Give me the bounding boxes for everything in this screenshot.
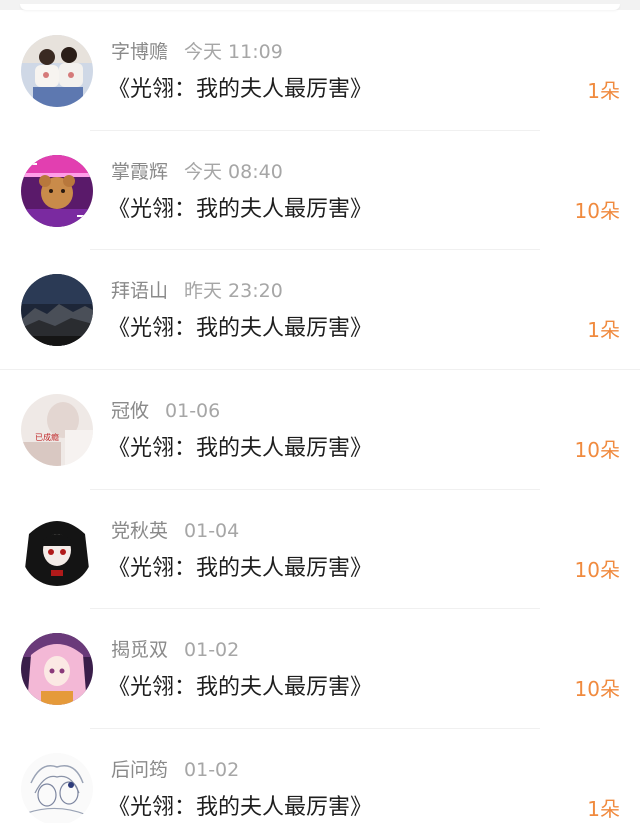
book-title[interactable]: 《光翎：我的夫人最厉害》 [108,195,372,225]
user-name[interactable]: 党秋英 [111,520,168,542]
timestamp: 01-02 [184,759,240,782]
comment-meta: 字博赡 今天 11:09 [111,40,283,64]
comment-meta: 后问筠 01-02 [111,758,239,782]
comment-meta: 冠攸 01-06 [111,399,220,423]
comment-meta: 掌霞辉 今天 08:40 [111,160,283,184]
timestamp: 01-04 [184,519,240,542]
list-item[interactable]: 字博赡 今天 11:09 《光翎：我的夫人最厉害》 1朵 [0,11,640,131]
list-item[interactable]: 拜语山 昨天 23:20 《光翎：我的夫人最厉害》 1朵 [0,250,640,371]
avatar[interactable] [21,274,93,347]
list-item[interactable]: 后问筠 01-02 《光翎：我的夫人最厉害》 1朵 [0,729,640,823]
comment-meta: 揭觅双 01-02 [111,638,239,662]
avatar[interactable] [21,154,93,227]
list-item[interactable]: 党秋英 01-04 《光翎：我的夫人最厉害》 10朵 [0,490,640,610]
avatar[interactable]: 已成瘾 [21,394,93,467]
avatar-night-mountain [21,274,93,347]
timestamp: 01-02 [184,639,240,662]
card-edge [20,4,620,10]
avatar[interactable] [21,35,93,107]
avatar-caption: 已成瘾 [35,432,59,442]
timestamp: 今天 08:40 [184,160,283,183]
avatar-pale-girl: 已成瘾 [21,394,93,467]
gift-list: 字博赡 今天 11:09 《光翎：我的夫人最厉害》 1朵 掌霞辉 今天 08:4… [0,11,640,823]
flower-count: 10朵 [574,557,620,582]
avatar-pink-anime [21,633,93,706]
avatar-neon-bear [21,154,93,227]
flower-count: 1朵 [587,79,620,103]
book-title[interactable]: 《光翎：我的夫人最厉害》 [108,434,372,464]
avatar[interactable] [21,633,93,706]
timestamp: 01-06 [165,400,221,423]
list-item[interactable]: 揭觅双 01-02 《光翎：我的夫人最厉害》 10朵 [0,609,640,730]
book-title[interactable]: 《光翎：我的夫人最厉害》 [108,554,372,584]
comment-list-page: 字博赡 今天 11:09 《光翎：我的夫人最厉害》 1朵 掌霞辉 今天 08:4… [0,0,640,823]
flower-count: 10朵 [574,677,620,702]
book-title[interactable]: 《光翎：我的夫人最厉害》 [108,75,372,105]
user-name[interactable]: 后问筠 [111,759,168,781]
flower-count: 1朵 [587,797,620,822]
user-name[interactable]: 拜语山 [111,280,168,302]
book-title[interactable]: 《光翎：我的夫人最厉害》 [108,793,372,823]
flower-count: 10朵 [574,438,620,463]
timestamp: 今天 11:09 [184,41,283,63]
comment-meta: 党秋英 01-04 [111,519,239,543]
top-card-edge [0,0,640,10]
avatar-couple-photo [21,35,93,107]
book-title[interactable]: 《光翎：我的夫人最厉害》 [108,314,372,344]
comment-meta: 拜语山 昨天 23:20 [111,279,283,303]
user-name[interactable]: 揭觅双 [111,639,168,661]
avatar-gothic-anime [21,513,93,586]
book-title[interactable]: 《光翎：我的夫人最厉害》 [108,673,372,703]
flower-count: 1朵 [587,318,620,343]
avatar-sketch-anime [21,753,93,823]
user-name[interactable]: 字博赡 [111,41,168,63]
user-name[interactable]: 掌霞辉 [111,161,168,183]
list-item[interactable]: 掌霞辉 今天 08:40 《光翎：我的夫人最厉害》 10朵 [0,131,640,251]
flower-count: 10朵 [574,198,620,223]
avatar[interactable] [21,513,93,586]
user-name[interactable]: 冠攸 [111,400,149,422]
list-item[interactable]: 已成瘾 冠攸 01-06 《光翎：我的夫人最厉害》 10朵 [0,370,640,490]
timestamp: 昨天 23:20 [184,280,283,303]
avatar[interactable] [21,753,93,823]
